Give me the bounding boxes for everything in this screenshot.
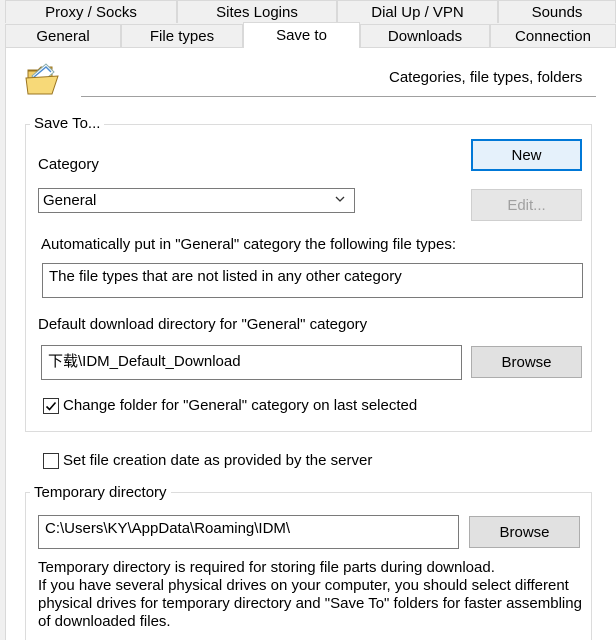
temp-dir-legend: Temporary directory	[30, 484, 171, 501]
header-title: Categories, file types, folders	[389, 69, 583, 86]
tab-proxy-socks[interactable]: Proxy / Socks	[5, 0, 177, 23]
tab-label: Sounds	[531, 3, 583, 21]
default-dir-label: Default download directory for "General"…	[38, 316, 368, 333]
temp-dir-field[interactable]: C:\Users\KY\AppData\Roaming\IDM\	[38, 515, 459, 549]
temp-note-line: of downloaded files.	[38, 613, 171, 630]
chevron-down-icon	[335, 196, 345, 202]
temp-dir-value: C:\Users\KY\AppData\Roaming\IDM\	[45, 520, 291, 537]
category-select-value: General	[43, 192, 97, 209]
checkmark-icon	[45, 401, 57, 411]
file-types-field[interactable]: The file types that are not listed in an…	[42, 263, 583, 298]
tab-label: Connection	[515, 27, 591, 45]
tab-label: Sites Logins	[216, 3, 298, 21]
change-folder-label: Change folder for "General" category on …	[63, 397, 418, 414]
temp-dir-note: Temporary directory is required for stor…	[38, 559, 598, 631]
auto-file-types-label: Automatically put in "General" category …	[41, 236, 457, 253]
save-to-legend: Save To...	[30, 115, 105, 132]
creation-date-checkbox[interactable]	[43, 453, 59, 469]
temp-note-line: physical drives for temporary directory …	[38, 595, 582, 612]
new-category-button[interactable]: New	[471, 139, 582, 171]
edit-category-button[interactable]: Edit...	[471, 189, 582, 221]
creation-date-label: Set file creation date as provided by th…	[63, 452, 373, 469]
tab-connection[interactable]: Connection	[490, 24, 616, 47]
tab-label: Dial Up / VPN	[371, 3, 464, 21]
tab-label: Save to	[276, 27, 327, 44]
default-dir-value: 下载\IDM_Default_Download	[48, 353, 241, 370]
tab-label: File types	[149, 27, 215, 45]
new-button-label: New	[511, 146, 542, 164]
temp-note-line: Temporary directory is required for stor…	[38, 559, 495, 576]
folder-open-icon	[24, 58, 64, 98]
browse-button-label: Browse	[501, 353, 552, 371]
browse-default-dir-button[interactable]: Browse	[471, 346, 582, 378]
tab-sites-logins[interactable]: Sites Logins	[177, 0, 337, 23]
tab-label: Proxy / Socks	[45, 3, 137, 21]
default-dir-field[interactable]: 下载\IDM_Default_Download	[41, 345, 462, 380]
temp-note-line: If you have several physical drives on y…	[38, 577, 569, 594]
tab-sounds[interactable]: Sounds	[498, 0, 616, 23]
tab-dial-up-vpn[interactable]: Dial Up / VPN	[337, 0, 498, 23]
tab-save-to[interactable]: Save to	[243, 22, 360, 48]
tab-label: General	[36, 27, 90, 45]
browse-temp-button-label: Browse	[499, 523, 550, 541]
category-label: Category	[38, 156, 99, 173]
tab-file-types[interactable]: File types	[121, 24, 243, 47]
tab-downloads[interactable]: Downloads	[360, 24, 490, 47]
header-separator	[81, 96, 596, 98]
tab-label: Downloads	[387, 27, 463, 45]
category-select[interactable]: General	[38, 188, 355, 213]
tab-general[interactable]: General	[5, 24, 121, 47]
change-folder-checkbox[interactable]	[43, 398, 59, 414]
edit-button-label: Edit...	[507, 196, 546, 214]
file-types-value: The file types that are not listed in an…	[49, 268, 402, 285]
browse-temp-dir-button[interactable]: Browse	[469, 516, 580, 548]
